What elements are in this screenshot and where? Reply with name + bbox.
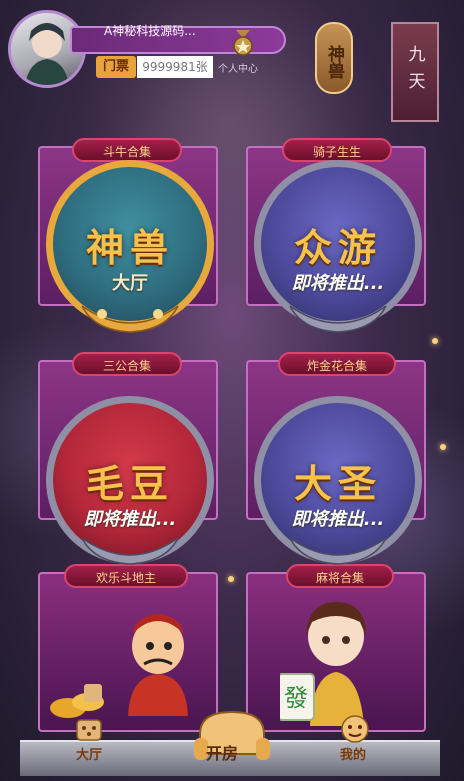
game-title: 大圣 (293, 462, 382, 506)
tile-ribbon: 炸金花合集 (278, 352, 396, 376)
mine-face-icon[interactable] (338, 714, 372, 744)
jiutian-banner[interactable]: 九天 (391, 22, 439, 122)
game-title: 众游 (293, 226, 382, 270)
beast-button[interactable]: 神兽 (315, 22, 353, 94)
nav-open-room[interactable]: 开房 (206, 740, 238, 764)
tile-ribbon: 斗牛合集 (72, 138, 182, 162)
game-subtitle: 即将推出... (291, 509, 385, 530)
game-subtitle: 大厅 (112, 273, 148, 294)
ticket-label: 门票 (96, 56, 136, 78)
username-text: A神秘科技源码... (104, 24, 196, 38)
silver-scroll-ornament-icon (289, 305, 387, 333)
sparkle-decoration (432, 338, 438, 344)
landlord-character-icon (128, 614, 188, 716)
nav-hall[interactable]: 大厅 (76, 744, 102, 763)
ticket-value: 9999981张 (137, 56, 213, 78)
svg-text:發: 發 (284, 684, 308, 712)
gold-scroll-ornament-icon (81, 305, 179, 333)
game-subtitle: 即将推出... (291, 273, 385, 294)
game-subtitle: 即将推出... (83, 509, 177, 530)
game-title: 毛豆 (85, 462, 174, 506)
silver-scroll-ornament-icon (289, 537, 387, 565)
nav-mine[interactable]: 我的 (340, 744, 366, 763)
personal-center-link[interactable]: 个人中心 (218, 60, 258, 75)
tile-ribbon: 三公合集 (72, 352, 182, 376)
hall-icon[interactable] (74, 716, 104, 742)
tile-ribbon: 骑子生生 (282, 138, 392, 162)
silver-scroll-ornament-icon (81, 537, 179, 565)
sparkle-decoration (440, 444, 446, 450)
game-title: 神兽 (85, 226, 174, 270)
medal-icon[interactable] (232, 30, 254, 56)
mahjong-girl-character-icon: 發 (280, 602, 366, 726)
sparkle-decoration (228, 576, 234, 582)
